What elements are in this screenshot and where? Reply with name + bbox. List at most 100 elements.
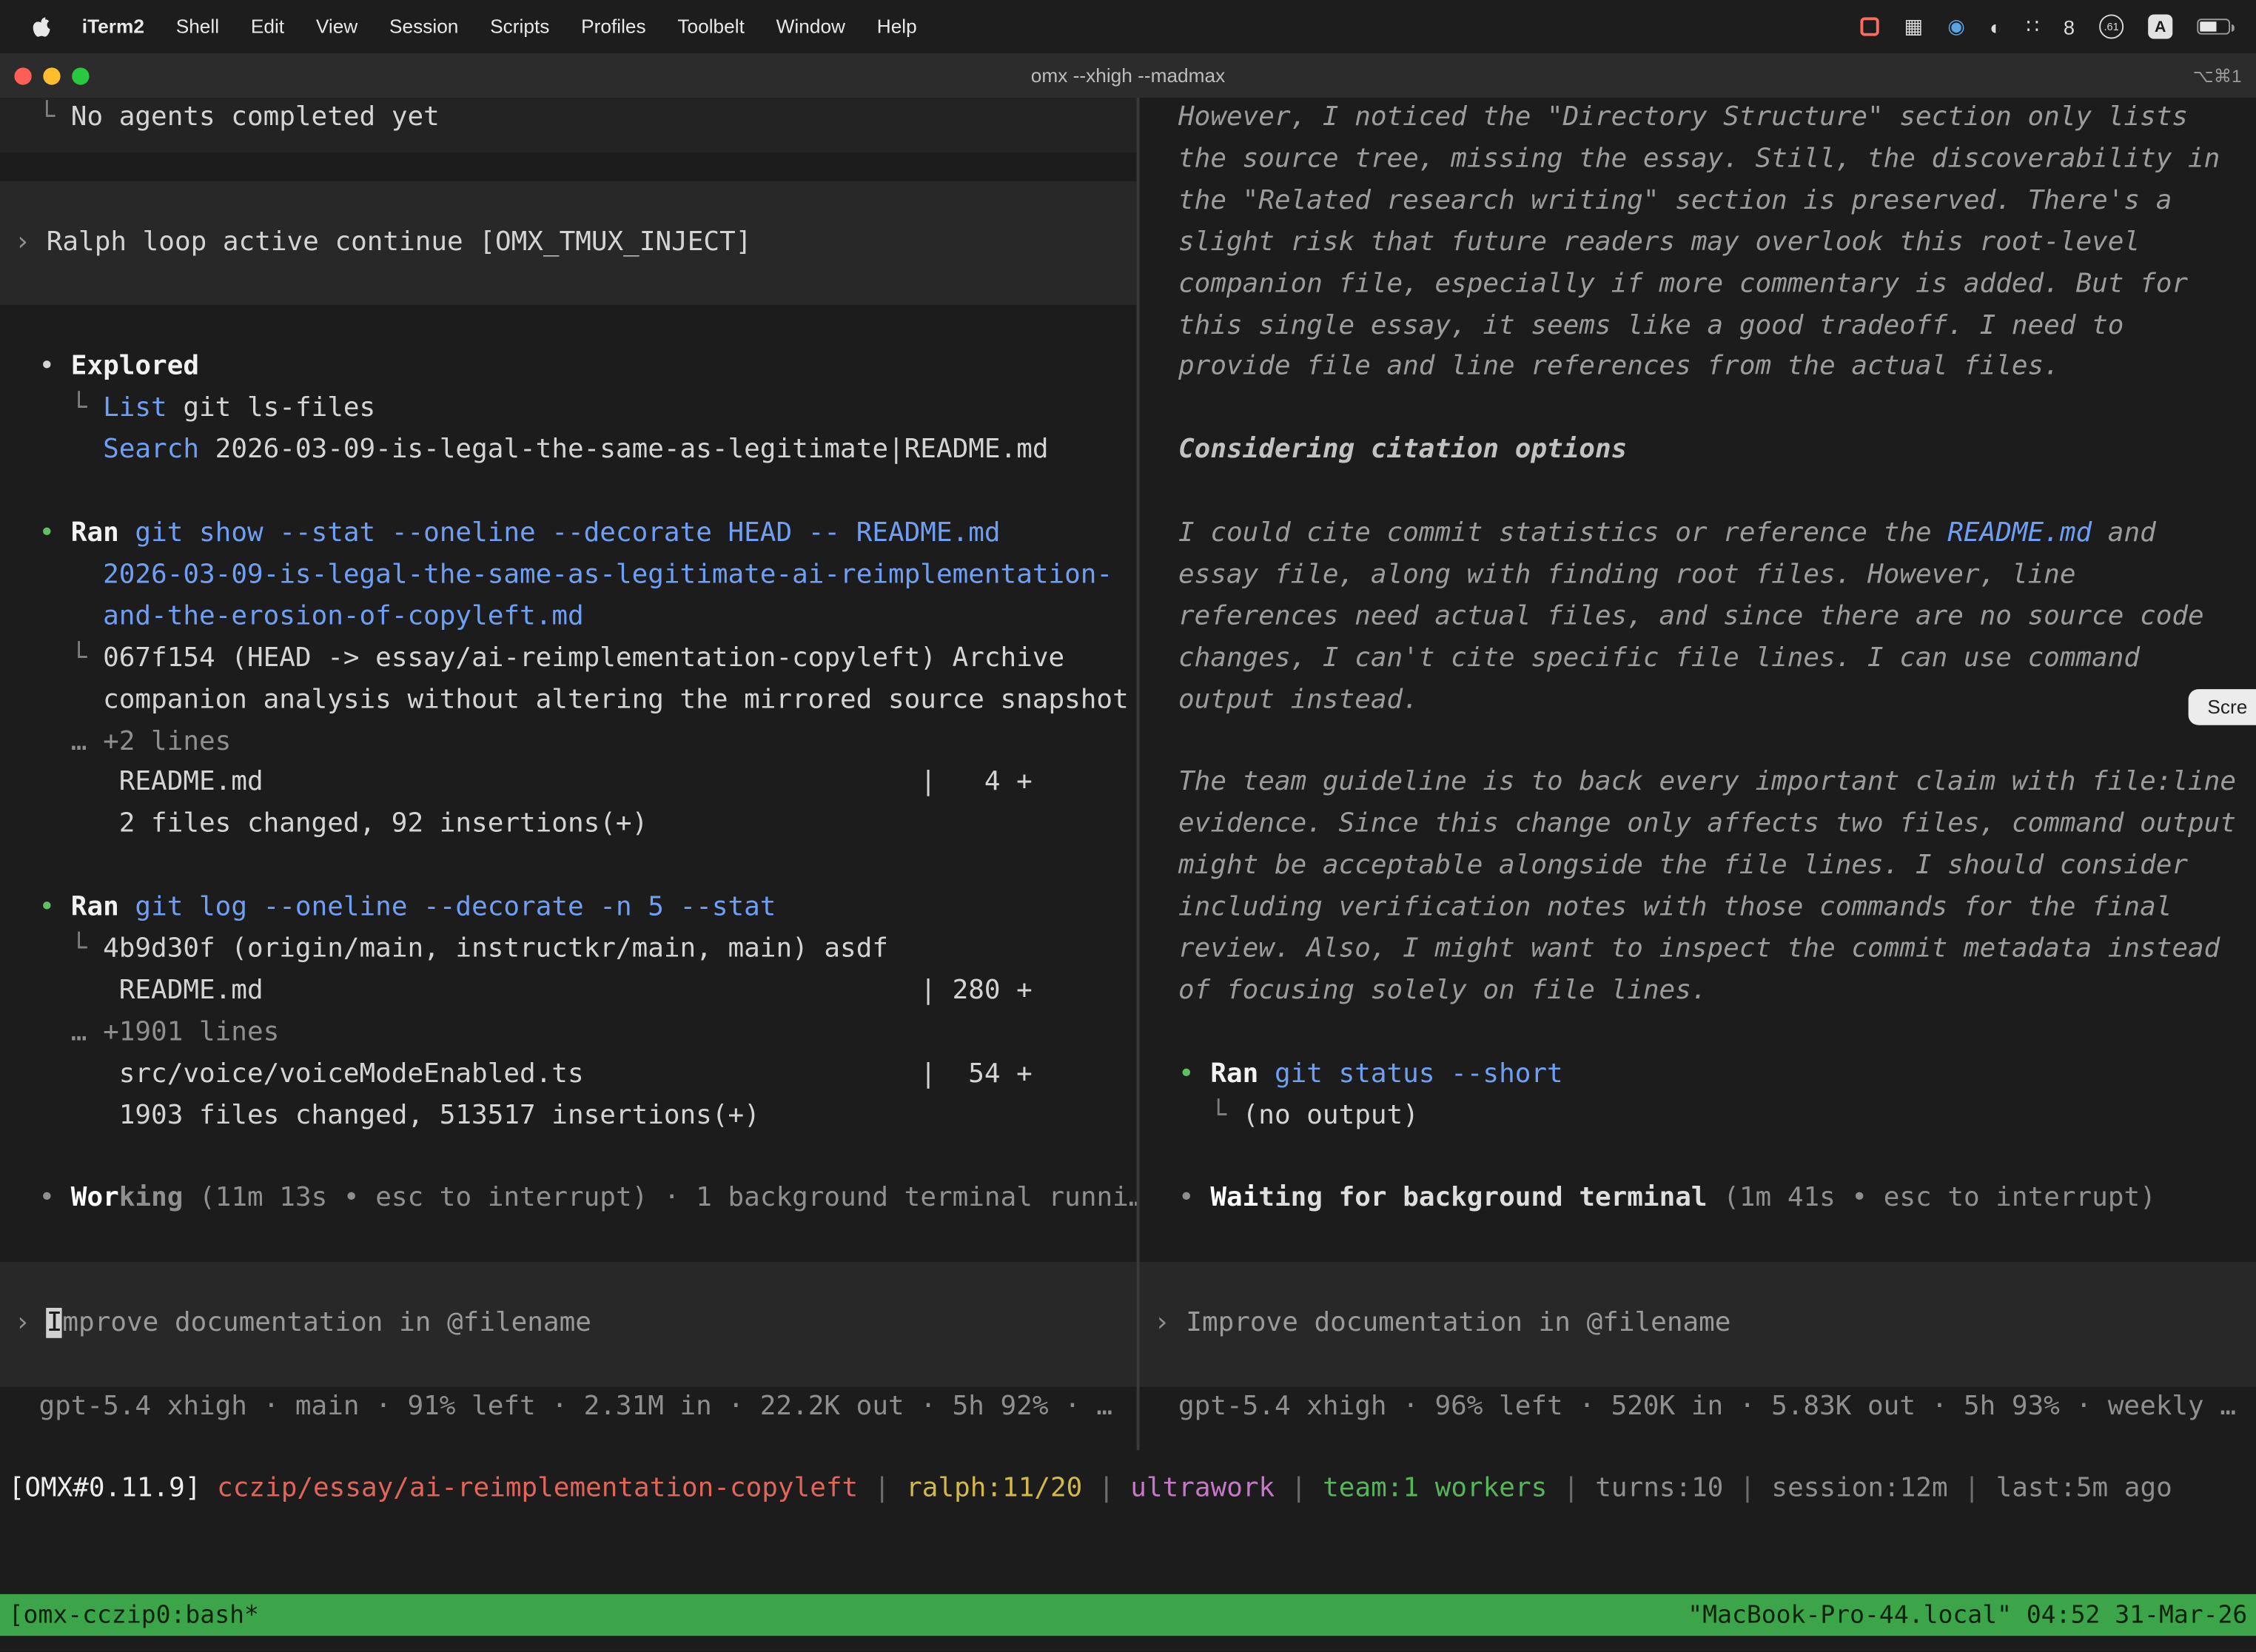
input-source-icon[interactable]: A bbox=[2148, 14, 2172, 38]
text-segment: | bbox=[858, 1474, 906, 1504]
text-segment bbox=[119, 892, 135, 922]
text-segment: src/voice/voiceModeEnabled.ts | 54 + bbox=[38, 1058, 1032, 1089]
text-segment: Improve documentation in @filename bbox=[1186, 1308, 1730, 1338]
text-segment: gpt-5.4 xhigh · main · 91% left · 2.31M … bbox=[38, 1391, 1112, 1422]
text-segment: Search bbox=[103, 434, 199, 465]
text-segment: └ bbox=[38, 934, 103, 964]
terminal-line: the "Related research writing" section i… bbox=[1178, 181, 2172, 223]
menu-item-edit[interactable]: Edit bbox=[235, 16, 300, 37]
grid-icon[interactable]: ▦ bbox=[1904, 14, 1923, 38]
app-icon-blue[interactable]: ◉ bbox=[1947, 14, 1965, 38]
explored-header-line: • Explored bbox=[38, 347, 199, 389]
menu-item-shell[interactable]: Shell bbox=[160, 16, 235, 37]
right-terminal-pane[interactable]: However, I noticed the "Directory Struct… bbox=[1140, 98, 2256, 1430]
dots-grid-icon[interactable]: ∷ bbox=[2027, 14, 2039, 38]
left-terminal-pane[interactable]: └ No agents completed yet› Ralph loop ac… bbox=[0, 98, 1137, 1430]
battery-gauge-icon[interactable]: .61 bbox=[2099, 14, 2124, 38]
app-icon-round[interactable]: ◐ bbox=[1990, 15, 2001, 38]
menu-item-session[interactable]: Session bbox=[374, 16, 474, 37]
text-segment: • bbox=[38, 352, 70, 382]
text-segment: including verification notes with those … bbox=[1178, 892, 2172, 922]
text-segment: List bbox=[103, 393, 167, 423]
terminal-line: src/voice/voiceModeEnabled.ts | 54 + bbox=[38, 1054, 1032, 1095]
text-segment: essay file, along with finding root file… bbox=[1178, 560, 2075, 590]
text-segment: I bbox=[47, 1308, 63, 1338]
menu-item-window[interactable]: Window bbox=[760, 16, 861, 37]
text-segment: 067f154 (HEAD -> essay/ai-reimplementati… bbox=[103, 642, 1064, 673]
ran-command-line: • Ran git log --oneline --decorate -n 5 … bbox=[38, 888, 776, 930]
text-segment: team:1 workers bbox=[1323, 1474, 1547, 1504]
text-segment: ting for background terminal bbox=[1258, 1183, 1707, 1214]
text-segment bbox=[1258, 1058, 1275, 1089]
text-segment: last:5m ago bbox=[1996, 1474, 2172, 1504]
model-status-line: gpt-5.4 xhigh · main · 91% left · 2.31M … bbox=[38, 1387, 1112, 1428]
text-segment: references need actual files, and since … bbox=[1178, 601, 2204, 631]
close-button[interactable] bbox=[14, 67, 31, 84]
terminal-line: companion file, especially if more comme… bbox=[1178, 264, 2188, 306]
menu-item-profiles[interactable]: Profiles bbox=[565, 16, 662, 37]
text-segment: 1903 files changed, 513517 insertions(+) bbox=[38, 1100, 759, 1130]
window-titlebar: omx --xhigh --madmax ⌥⌘1 bbox=[0, 53, 2256, 98]
text-segment: (1m 41s • esc to interrupt) bbox=[1708, 1183, 2156, 1214]
text-segment: king bbox=[119, 1183, 184, 1214]
menu-item-view[interactable]: View bbox=[300, 16, 373, 37]
text-segment: └ bbox=[38, 393, 103, 423]
text-segment: of focusing solely on file lines. bbox=[1178, 976, 1707, 1006]
terminal-line: and-the-erosion-of-copyleft.md bbox=[38, 597, 583, 638]
terminal-line: review. Also, I might want to inspect th… bbox=[1178, 930, 2220, 971]
terminal-line: 2 files changed, 92 insertions(+) bbox=[38, 805, 648, 846]
text-segment: 2026-03-09-is-legal-the-same-as-legitima… bbox=[103, 560, 1112, 590]
minimize-button[interactable] bbox=[43, 67, 60, 84]
terminal-line: Search 2026-03-09-is-legal-the-same-as-l… bbox=[38, 431, 1048, 472]
text-segment: [OMX#0.11.9] bbox=[9, 1474, 217, 1504]
terminal-line: The team guideline is to back every impo… bbox=[1178, 763, 2236, 805]
text-segment: companion analysis without altering the … bbox=[38, 684, 1128, 714]
text-segment: | bbox=[1723, 1474, 1771, 1504]
reasoning-heading: Considering citation options bbox=[1178, 431, 1627, 472]
menubar-status-icons: ▦ ◉ ◐ ∷ 8 .61 A bbox=[1861, 14, 2239, 38]
text-segment: • bbox=[38, 1183, 70, 1214]
text-segment: Ran bbox=[71, 892, 119, 922]
ran-command-line: • Ran git show --stat --oneline --decora… bbox=[38, 514, 1000, 555]
tmux-session-label: [omx-cczip0:bash* bbox=[9, 1601, 259, 1630]
tmux-status-bar: [omx-cczip0:bash* "MacBook-Pro-44.local"… bbox=[0, 1594, 2256, 1636]
menu-item-toolbelt[interactable]: Toolbelt bbox=[662, 16, 760, 37]
text-segment: 4b9d30f (origin/main, instructkr/main, m… bbox=[103, 934, 888, 964]
terminal-line: might be acceptable alongside the file l… bbox=[1178, 846, 2188, 887]
ran-command-line: • Ran git status --short bbox=[1178, 1054, 1563, 1095]
text-segment: Wai bbox=[1210, 1183, 1258, 1214]
text-segment: However, I noticed the "Directory Struct… bbox=[1178, 102, 2188, 132]
text-segment: mprove documentation in @filename bbox=[62, 1308, 591, 1338]
menu-item-iterm2[interactable]: iTerm2 bbox=[66, 16, 160, 37]
text-segment: ralph:11/20 bbox=[906, 1474, 1082, 1504]
model-status-line: gpt-5.4 xhigh · 96% left · 520K in · 5.8… bbox=[1178, 1387, 2236, 1428]
text-segment: … +2 lines bbox=[38, 726, 231, 756]
screen-overlay-button[interactable]: Scre bbox=[2189, 689, 2256, 725]
text-segment: No agents completed yet bbox=[71, 102, 440, 132]
macos-menubar: iTerm2ShellEditViewSessionScriptsProfile… bbox=[0, 0, 2256, 53]
terminal-line: essay file, along with finding root file… bbox=[1178, 555, 2075, 597]
app-icon-eight[interactable]: 8 bbox=[2064, 15, 2075, 38]
text-segment: └ bbox=[1178, 1100, 1243, 1130]
text-segment: └ bbox=[38, 102, 70, 132]
prompt-input[interactable]: › Improve documentation in @filename bbox=[14, 1303, 591, 1345]
terminal-line: 2026-03-09-is-legal-the-same-as-legitima… bbox=[38, 555, 1112, 597]
menu-item-scripts[interactable]: Scripts bbox=[474, 16, 565, 37]
screen: iTerm2ShellEditViewSessionScriptsProfile… bbox=[0, 0, 2256, 1652]
text-segment: Explored bbox=[71, 352, 199, 382]
text-segment: evidence. Since this change only affects… bbox=[1178, 809, 2236, 839]
text-segment: └ bbox=[38, 642, 103, 673]
battery-icon[interactable] bbox=[2197, 19, 2230, 34]
menubar-items: iTerm2ShellEditViewSessionScriptsProfile… bbox=[66, 16, 933, 37]
apple-menu[interactable] bbox=[17, 15, 66, 38]
prompt-input[interactable]: › Improve documentation in @filename bbox=[1154, 1303, 1730, 1345]
traffic-lights bbox=[0, 67, 90, 84]
menu-item-help[interactable]: Help bbox=[861, 16, 933, 37]
terminal-line: └ 4b9d30f (origin/main, instructkr/main,… bbox=[38, 930, 888, 971]
text-segment: Ran bbox=[71, 518, 119, 548]
text-segment: might be acceptable alongside the file l… bbox=[1178, 850, 2188, 881]
zoom-button[interactable] bbox=[72, 67, 89, 84]
text-segment: README.md bbox=[1947, 518, 2092, 548]
screen-recording-indicator[interactable] bbox=[1861, 17, 1879, 36]
text-segment: | bbox=[1082, 1474, 1130, 1504]
